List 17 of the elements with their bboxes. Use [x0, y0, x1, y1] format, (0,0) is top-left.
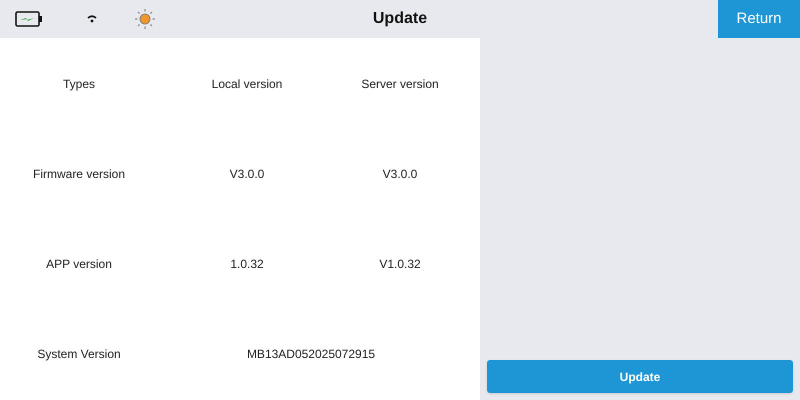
update-button[interactable]: Update — [487, 360, 793, 393]
table-cell-text: Types — [62, 76, 95, 93]
wifi-icon — [87, 15, 97, 23]
table-cell-text: V3.0.0 — [382, 166, 418, 183]
table-cell-text: MB13AD052025072915 — [246, 346, 376, 363]
page-title: Update — [372, 9, 428, 29]
table-cell-text: APP version — [46, 256, 112, 273]
table-cell-text: V1.0.32 — [379, 256, 421, 273]
table-cell-text: 1.0.32 — [230, 256, 264, 273]
table-cell-text: Server version — [361, 76, 439, 93]
table-cell-text: Firmware version — [32, 166, 125, 183]
table-cell-text: Local version — [212, 76, 282, 93]
table-cell-text: V3.0.0 — [230, 166, 264, 183]
sun-icon — [134, 8, 156, 30]
table-cell-text: System Version — [37, 346, 121, 363]
return-button[interactable]: Return — [718, 0, 800, 38]
battery-icon — [15, 11, 43, 27]
